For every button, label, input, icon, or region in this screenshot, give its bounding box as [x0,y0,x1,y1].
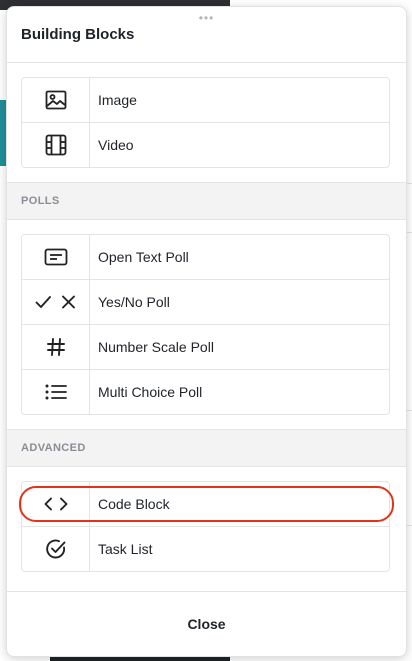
block-item-label: Image [98,92,137,108]
block-item-video[interactable]: Video [22,122,389,167]
advanced-block-group: Code Block Task List [19,481,394,572]
block-item-image[interactable]: Image [22,78,389,122]
building-blocks-panel: ••• Building Blocks Image Video POLLS Op… [6,6,407,657]
check-circle-icon [22,527,90,571]
block-item-label: Multi Choice Poll [98,384,203,400]
text-box-icon [22,235,90,279]
block-item-label: Video [98,137,134,153]
section-header-advanced: ADVANCED [7,429,406,467]
block-item-label: Task List [98,541,153,557]
block-item-code-block[interactable]: Code Block [19,482,394,526]
drag-handle[interactable]: ••• [199,12,215,24]
code-icon [22,482,90,526]
film-icon [22,123,90,167]
media-block-group: Image Video [21,77,390,168]
hash-icon [22,325,90,369]
block-item-task-list[interactable]: Task List [22,526,389,571]
block-item-label: Yes/No Poll [98,294,170,310]
image-icon [22,78,90,122]
block-item-yes-no-poll[interactable]: Yes/No Poll [22,279,389,324]
close-button[interactable]: Close [181,615,231,633]
block-item-label: Number Scale Poll [98,339,214,355]
section-header-polls: POLLS [7,182,406,220]
block-item-number-scale-poll[interactable]: Number Scale Poll [22,324,389,369]
list-icon [22,370,90,414]
block-item-label: Code Block [98,496,170,512]
polls-block-group: Open Text Poll Yes/No Poll Number Scale … [21,234,390,415]
block-item-multi-choice-poll[interactable]: Multi Choice Poll [22,369,389,414]
block-item-label: Open Text Poll [98,249,189,265]
block-item-open-text-poll[interactable]: Open Text Poll [22,235,389,279]
check-x-icon [22,280,90,324]
panel-footer: Close [7,591,406,656]
